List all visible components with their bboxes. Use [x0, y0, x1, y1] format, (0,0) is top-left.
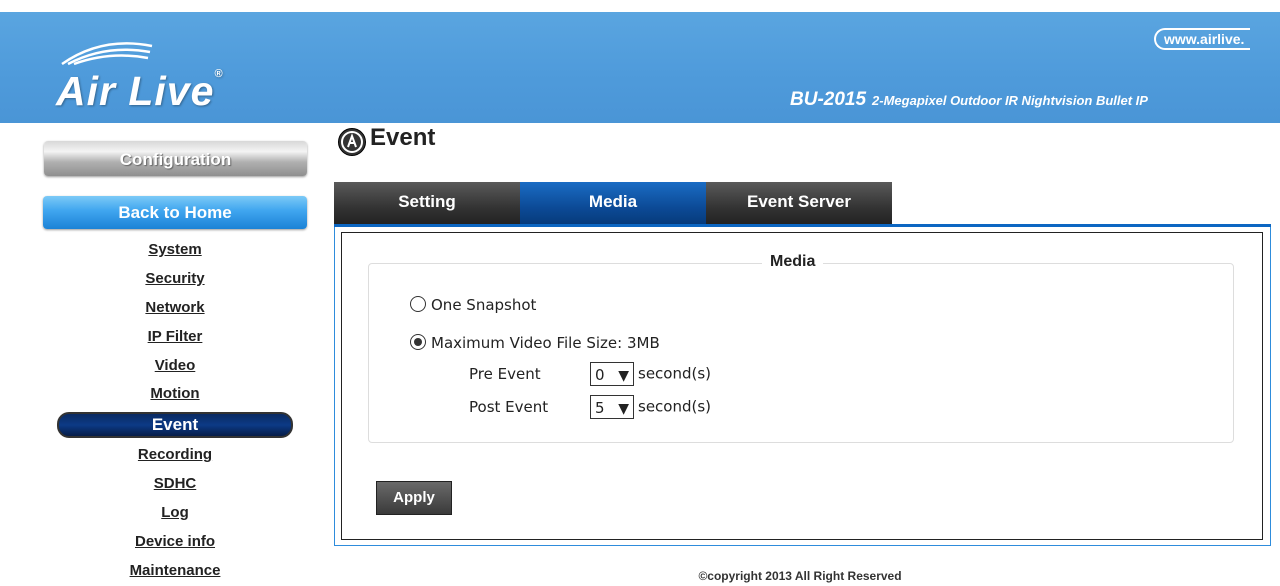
top-gap: [0, 0, 1280, 12]
sidebar-item-network[interactable]: Network: [0, 294, 350, 323]
model-name: BU-2015: [790, 89, 867, 110]
sidebar-item-event[interactable]: Event: [57, 412, 293, 439]
copyright-text: ©copyright 2013 All Right Reserved: [698, 569, 902, 583]
video-radio[interactable]: [410, 334, 426, 350]
pre-event-unit: second(s): [638, 364, 712, 383]
pre-event-row: Pre Event 0 ▼ second(s): [469, 362, 711, 386]
snapshot-label: One Snapshot: [431, 296, 537, 314]
sidebar-item-motion[interactable]: Motion: [0, 380, 350, 409]
chevron-down-icon: ▼: [618, 368, 629, 384]
apply-button[interactable]: Apply: [376, 481, 452, 515]
snapshot-radio[interactable]: [410, 296, 426, 312]
configuration-button[interactable]: Configuration: [44, 141, 307, 176]
sidebar-item-video[interactable]: Video: [0, 352, 350, 381]
model-title: BU-2015 2-Megapixel Outdoor IR Nightvisio…: [790, 89, 1148, 111]
back-to-home-button[interactable]: Back to Home: [43, 196, 307, 229]
sidebar-item-system[interactable]: System: [0, 236, 350, 265]
sidebar-item-log[interactable]: Log: [0, 499, 350, 528]
post-event-select[interactable]: 5 ▼: [590, 395, 634, 419]
sidebar-nav: System Security Network IP Filter Video …: [0, 236, 350, 586]
tab-media[interactable]: Media: [520, 182, 706, 225]
wifi-swoosh-icon: [61, 42, 153, 66]
sidebar-item-device-info[interactable]: Device info: [0, 528, 350, 557]
video-label: Maximum Video File Size: 3MB: [431, 334, 660, 352]
website-link[interactable]: www.airlive.: [1154, 28, 1251, 50]
media-section-title: Media: [762, 253, 824, 271]
chevron-down-icon: ▼: [618, 401, 629, 417]
post-event-row: Post Event 5 ▼ second(s): [469, 395, 711, 419]
tab-event-server[interactable]: Event Server: [706, 182, 892, 225]
sidebar-item-security[interactable]: Security: [0, 265, 350, 294]
snapshot-option[interactable]: One Snapshot: [410, 296, 536, 314]
sidebar-item-ip-filter[interactable]: IP Filter: [0, 323, 350, 352]
tab-bar: Setting Media Event Server: [334, 182, 892, 225]
logo-wordmark: Air Live®: [56, 68, 224, 114]
header-banner: Air Live® www.airlive. BU-2015 2-Megapixe…: [0, 12, 1280, 123]
sidebar-item-sdhc[interactable]: SDHC: [0, 470, 350, 499]
video-option[interactable]: Maximum Video File Size: 3MB: [410, 334, 660, 352]
tab-setting[interactable]: Setting: [334, 182, 520, 225]
model-description: 2-Megapixel Outdoor IR Nightvision Bulle…: [872, 93, 1148, 108]
pre-event-label: Pre Event: [469, 364, 541, 383]
post-event-label: Post Event: [469, 397, 549, 416]
airlive-logo: Air Live®: [48, 34, 298, 119]
page-title: Event: [370, 124, 436, 151]
pre-event-select[interactable]: 0 ▼: [590, 362, 634, 386]
post-event-unit: second(s): [638, 397, 712, 416]
sidebar-item-recording[interactable]: Recording: [0, 441, 350, 470]
